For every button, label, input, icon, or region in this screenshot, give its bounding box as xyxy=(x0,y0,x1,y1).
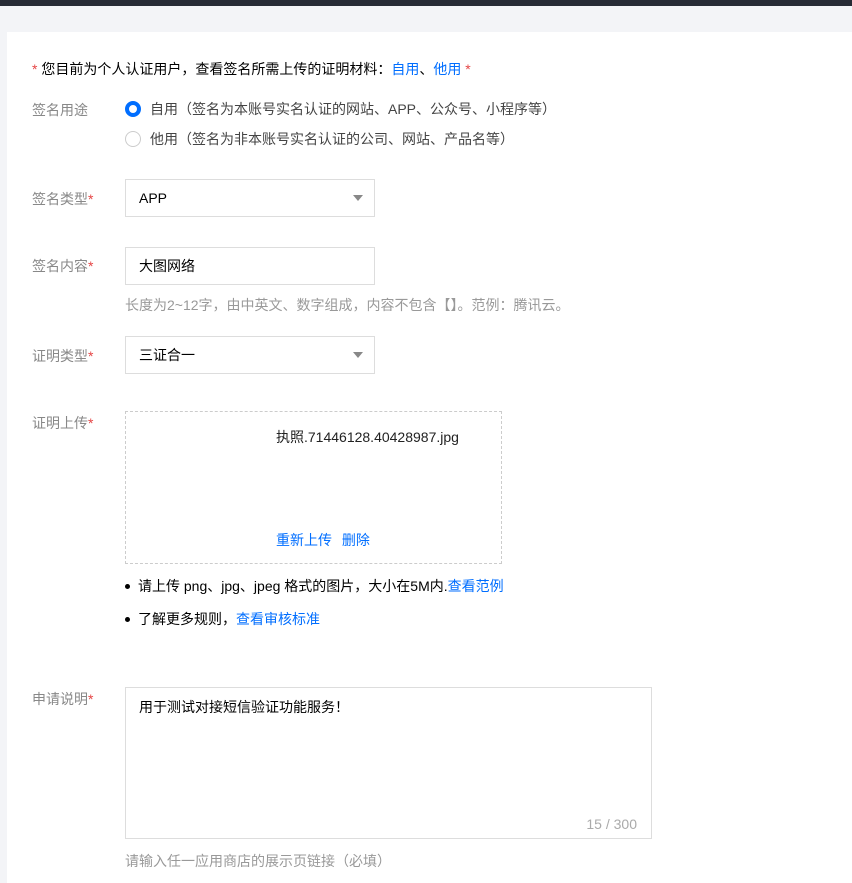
required-star: * xyxy=(88,691,94,707)
cert-upload-label: 证明上传* xyxy=(32,413,93,433)
view-example-link[interactable]: 查看范例 xyxy=(448,576,504,596)
cert-upload-label-text: 证明上传 xyxy=(32,415,88,431)
sign-content-hint: 长度为2~12字，由中英文、数字组成，内容不包含【】。范例：腾讯云。 xyxy=(125,297,570,313)
notice-separator: 、 xyxy=(419,61,434,77)
cert-type-label-text: 证明类型 xyxy=(32,348,88,364)
upload-dropzone[interactable]: 执照.71446128.40428987.jpg 重新上传 删除 xyxy=(125,411,502,564)
identity-notice: * 您目前为个人认证用户，查看签名所需上传的证明材料：自用、他用 * xyxy=(32,59,471,79)
sign-content-label: 签名内容* xyxy=(32,256,93,276)
upload-actions: 重新上传 删除 xyxy=(276,530,370,550)
apply-desc-textarea[interactable]: 用于测试对接短信验证功能服务！ 15 / 300 xyxy=(125,687,652,839)
required-star: * xyxy=(88,415,94,431)
bullet-icon xyxy=(125,616,130,622)
cert-type-label: 证明类型* xyxy=(32,346,93,366)
upload-rule-format: 请上传 png、jpg、jpeg 格式的图片，大小在5M内. 查看范例 xyxy=(125,576,504,596)
sign-content-label-text: 签名内容 xyxy=(32,258,88,274)
notice-star-end: * xyxy=(461,61,471,77)
caret-down-icon[interactable] xyxy=(353,195,363,201)
apply-desc-value[interactable]: 用于测试对接短信验证功能服务！ xyxy=(139,697,349,717)
view-review-standard-link[interactable]: 查看审核标准 xyxy=(236,609,320,629)
sign-type-label: 签名类型* xyxy=(32,189,93,209)
radio-checked-icon[interactable] xyxy=(125,101,141,117)
radio-self-use-label[interactable]: 自用（签名为本账号实名认证的网站、APP、公众号、小程序等） xyxy=(150,99,556,119)
notice-text: 您目前为个人认证用户，查看签名所需上传的证明材料： xyxy=(37,61,392,77)
upload-rule-format-text: 请上传 png、jpg、jpeg 格式的图片，大小在5M内. xyxy=(138,578,448,594)
radio-unchecked-icon[interactable] xyxy=(125,131,141,147)
bullet-icon xyxy=(125,583,130,589)
required-star: * xyxy=(88,348,94,364)
radio-self-use[interactable]: 自用（签名为本账号实名认证的网站、APP、公众号、小程序等） xyxy=(125,99,556,119)
uploaded-filename: 执照.71446128.40428987.jpg xyxy=(276,429,459,445)
sign-type-value: APP xyxy=(139,190,168,206)
reupload-button[interactable]: 重新上传 xyxy=(276,532,332,548)
radio-other-use[interactable]: 他用（签名为非本账号实名认证的公司、网站、产品名等） xyxy=(125,129,514,149)
cert-type-select[interactable]: 三证合一 xyxy=(125,336,375,374)
sign-content-input[interactable]: 大图网络 xyxy=(125,247,375,285)
delete-file-button[interactable]: 删除 xyxy=(342,532,370,548)
upload-rule-more: 了解更多规则， 查看审核标准 xyxy=(125,609,320,629)
radio-other-use-label[interactable]: 他用（签名为非本账号实名认证的公司、网站、产品名等） xyxy=(150,129,514,149)
required-star: * xyxy=(88,191,94,207)
sign-type-select[interactable]: APP xyxy=(125,179,375,217)
top-nav-bar xyxy=(0,0,852,6)
signature-form-card: * 您目前为个人认证用户，查看签名所需上传的证明材料：自用、他用 * 签名用途 … xyxy=(7,32,852,883)
usage-label: 签名用途 xyxy=(32,102,88,118)
self-use-material-link[interactable]: 自用 xyxy=(391,61,419,77)
cert-type-value: 三证合一 xyxy=(139,347,195,363)
caret-down-icon[interactable] xyxy=(353,352,363,358)
other-use-material-link[interactable]: 他用 xyxy=(433,61,461,77)
upload-rule-more-text: 了解更多规则， xyxy=(138,611,236,627)
required-star: * xyxy=(88,258,94,274)
apply-desc-hint: 请输入任一应用商店的展示页链接（必填） xyxy=(125,853,391,869)
apply-desc-label: 申请说明* xyxy=(32,689,93,709)
char-counter: 15 / 300 xyxy=(586,816,637,832)
sign-type-label-text: 签名类型 xyxy=(32,191,88,207)
sign-content-value[interactable]: 大图网络 xyxy=(139,256,195,276)
apply-desc-label-text: 申请说明 xyxy=(32,691,88,707)
